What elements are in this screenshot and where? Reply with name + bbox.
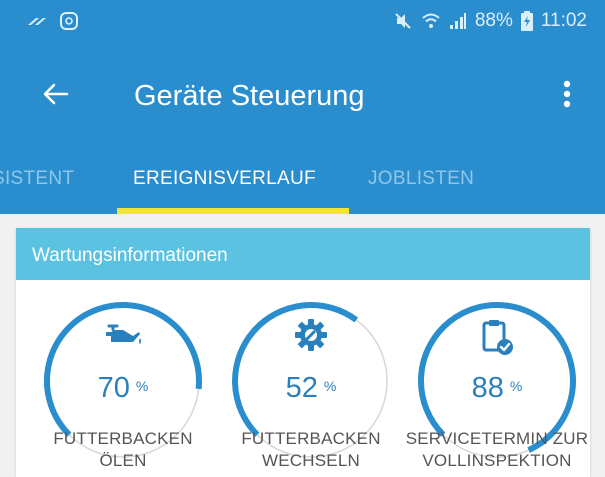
battery-icon (520, 11, 533, 31)
overflow-menu-button[interactable] (552, 74, 582, 118)
gauge-value-unit: % (323, 378, 337, 394)
card-header: Wartungsinformationen (16, 228, 590, 280)
back-button[interactable] (36, 76, 76, 116)
gauge-label-line1: SERVICETERMIN ZUR (405, 429, 589, 448)
status-bar: 88% 11:02 (0, 0, 605, 46)
status-left (26, 10, 80, 37)
signal-icon (449, 12, 467, 30)
gauge-label: FUTTERBACKEN WECHSELN (206, 428, 416, 472)
gauge-label-line2: ÖLEN (99, 451, 147, 470)
app-bar: Geräte Steuerung (0, 46, 605, 144)
tab-bar: SISTENT EREIGNISVERLAUF JOBLISTEN (0, 144, 605, 214)
gauge-value-unit: % (135, 378, 149, 394)
notification-icon (58, 10, 80, 37)
gauge-value-number: 52 (285, 372, 318, 404)
oil-can-icon (38, 318, 208, 350)
tab-assistent[interactable]: SISTENT (0, 168, 74, 190)
mute-icon (393, 11, 413, 31)
gauge-futterbacken-wechseln[interactable]: 52% FUTTERBACKEN WECHSELN (226, 296, 396, 476)
gauge-value-number: 88 (471, 372, 504, 404)
gear-wrench-icon (226, 318, 396, 352)
gauge-label-line2: VOLLINSPEKTION (422, 451, 572, 470)
gauge-value-number: 70 (97, 372, 130, 404)
battery-percent: 88% (474, 10, 513, 31)
gauge-label: FUTTERBACKEN ÖLEN (18, 428, 228, 472)
link-icon (26, 14, 48, 33)
gauge-value-unit: % (509, 378, 523, 394)
gauge-servicetermin[interactable]: 88% SERVICETERMIN ZUR VOLLINSPEKTION (406, 296, 588, 476)
gauge-label-line1: FUTTERBACKEN (53, 429, 193, 448)
gauge-futterbacken-oelen[interactable]: 70% FUTTERBACKEN ÖLEN (38, 296, 208, 476)
status-right: 88% 11:02 (393, 10, 587, 32)
content-area: Wartungsinformationen 70% FUTTERBACKEN Ö… (0, 214, 605, 477)
clipboard-check-icon (412, 318, 582, 356)
clock: 11:02 (540, 10, 587, 31)
tab-ereignisverlauf[interactable]: EREIGNISVERLAUF (133, 168, 316, 190)
page-title: Geräte Steuerung (134, 80, 365, 112)
gauge-value: 88% (412, 372, 582, 405)
more-vert-icon (563, 80, 571, 113)
gauge-label-line2: WECHSELN (262, 451, 360, 470)
gauge-label: SERVICETERMIN ZUR VOLLINSPEKTION (392, 428, 602, 472)
tab-joblisten[interactable]: JOBLISTEN (368, 168, 474, 190)
gauge-value: 70% (38, 372, 208, 405)
gauge-label-line1: FUTTERBACKEN (241, 429, 381, 448)
wifi-icon (421, 12, 441, 30)
arrow-left-icon (43, 83, 69, 110)
maintenance-card: Wartungsinformationen 70% FUTTERBACKEN Ö… (16, 228, 590, 477)
gauge-value: 52% (226, 372, 396, 405)
